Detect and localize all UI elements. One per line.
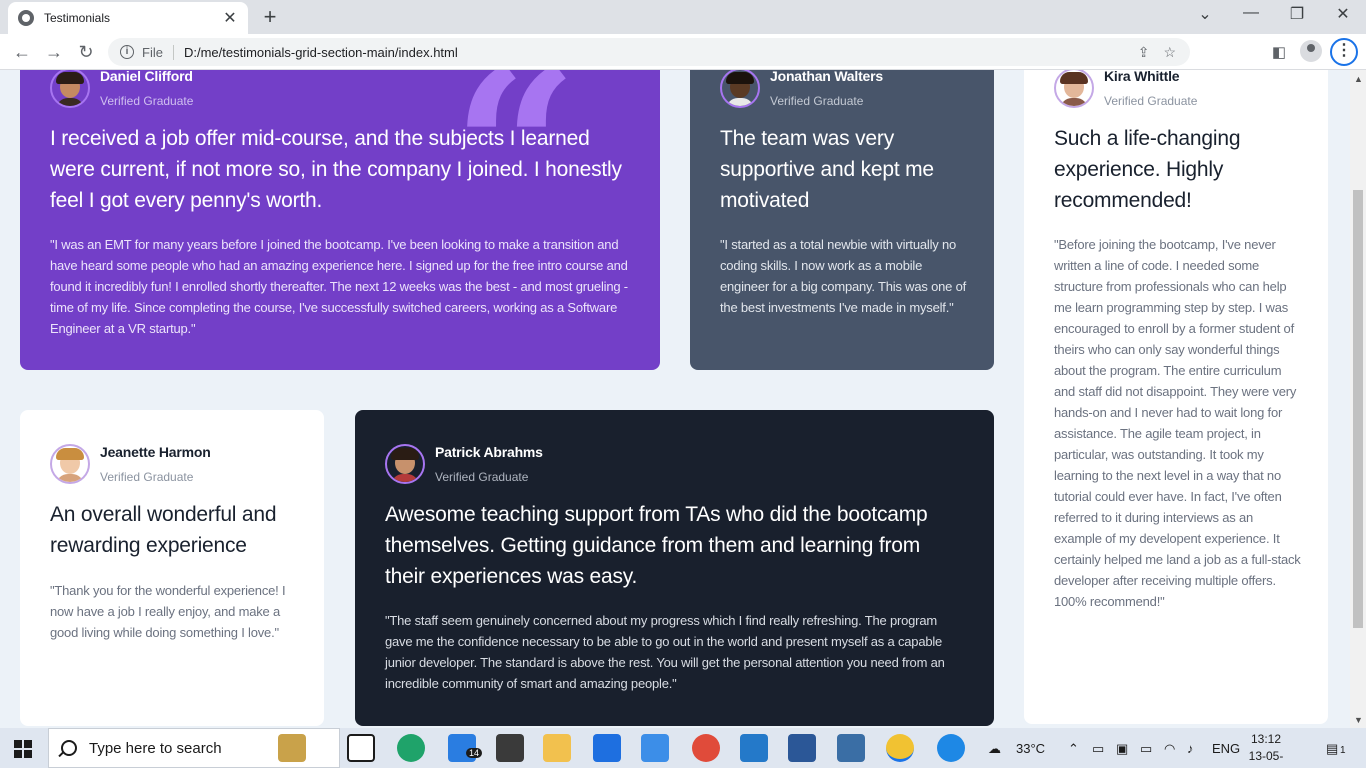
side-panel-icon[interactable]: ◧ (1268, 42, 1290, 64)
testimonial-headline: Such a life-changing experience. Highly … (1054, 127, 1241, 212)
bookmark-star-icon[interactable]: ☆ (1163, 44, 1176, 61)
terminal-app-icon[interactable] (496, 734, 524, 762)
mail-badge: 14 (466, 748, 483, 758)
address-scheme: File (142, 44, 174, 60)
tab-search-icon[interactable]: ⌄ (1193, 4, 1217, 24)
scroll-down-icon[interactable]: ▼ (1354, 715, 1363, 725)
task-view-icon[interactable] (347, 734, 375, 762)
windows-start-icon[interactable] (14, 740, 32, 758)
info-icon[interactable]: i (120, 45, 134, 59)
person-name: Patrick Abrahms (435, 444, 543, 460)
testimonial-headline: An overall wonderful and rewarding exper… (50, 503, 277, 557)
testimonial-card-patrick: Patrick Abrahms Verified Graduate Awesom… (355, 410, 994, 726)
person-role: Verified Graduate (1104, 94, 1198, 108)
person-info: Jeanette Harmon Verified Graduate (50, 444, 211, 484)
testimonial-quote: "I was an EMT for many years before I jo… (50, 237, 628, 336)
tab-title: Testimonials (44, 11, 111, 25)
testimonial-headline: Awesome teaching support from TAs who di… (385, 503, 928, 588)
avatar (1054, 70, 1094, 108)
restore-icon[interactable]: ❐ (1285, 4, 1309, 24)
testimonial-quote: "I started as a total newbie with virtua… (720, 237, 967, 315)
testimonial-headline: The team was very supportive and kept me… (720, 127, 934, 212)
tab-testimonials[interactable]: Testimonials ✕ (8, 2, 248, 34)
person-name: Jonathan Walters (770, 70, 883, 84)
address-url[interactable]: D:/me/testimonials-grid-section-main/ind… (184, 45, 1138, 60)
taskbar-search-placeholder: Type here to search (89, 739, 222, 757)
close-window-icon[interactable]: ✕ (1331, 4, 1355, 24)
store-icon[interactable] (641, 734, 669, 762)
chrome-icon[interactable] (886, 734, 914, 762)
person-role: Verified Graduate (435, 470, 529, 484)
vscode-icon[interactable] (740, 734, 768, 762)
weather-icon[interactable]: ☁ (988, 741, 1001, 757)
testimonial-quote: "Thank you for the wonderful experience!… (50, 583, 286, 640)
tab-strip: Testimonials ✕ + ⌄ — ❐ ✕ (0, 0, 1366, 34)
dropbox-icon[interactable] (593, 734, 621, 762)
edge-browser-icon[interactable] (397, 734, 425, 762)
news-widget-icon[interactable] (278, 734, 306, 762)
new-tab-button[interactable]: + (258, 6, 282, 28)
testimonial-card-daniel: “ Daniel Clifford Verified Graduate I re… (20, 70, 660, 370)
wifi-icon[interactable]: ◠ (1164, 741, 1175, 757)
person-info: Patrick Abrahms Verified Graduate (385, 444, 543, 484)
person-role: Verified Graduate (100, 94, 194, 108)
avatar (385, 444, 425, 484)
tab-close-icon[interactable]: ✕ (222, 8, 238, 28)
avatar (50, 444, 90, 484)
clock-time: 13:12 (1250, 732, 1282, 746)
page-scrollbar[interactable]: ▲ ▼ (1350, 70, 1366, 728)
browser-menu-icon[interactable]: ⋮ (1330, 38, 1358, 66)
person-name: Daniel Clifford (100, 70, 193, 84)
browser-toolbar: ← → ↻ i File D:/me/testimonials-grid-sec… (0, 34, 1366, 70)
testimonial-quote: "The staff seem genuinely concerned abou… (385, 613, 945, 691)
search-icon (61, 740, 77, 756)
onedrive-icon[interactable]: ▣ (1116, 741, 1128, 757)
avatar (50, 70, 90, 108)
testimonial-card-jeanette: Jeanette Harmon Verified Graduate An ove… (20, 410, 324, 726)
back-icon[interactable]: ← (10, 40, 34, 64)
testimonial-headline: I received a job offer mid-course, and t… (50, 127, 622, 212)
person-name: Jeanette Harmon (100, 444, 211, 460)
address-bar[interactable]: i File D:/me/testimonials-grid-section-m… (108, 38, 1190, 66)
notification-count: 1 (1340, 745, 1346, 756)
person-role: Verified Graduate (100, 470, 194, 484)
system-clock[interactable]: 13:12 13-05-2023 (1236, 731, 1296, 768)
help-icon[interactable] (937, 734, 965, 762)
scroll-up-icon[interactable]: ▲ (1354, 74, 1363, 84)
chrome-profile-icon[interactable] (692, 734, 720, 762)
word-icon[interactable] (788, 734, 816, 762)
testimonial-card-jonathan: Jonathan Walters Verified Graduate The t… (690, 70, 994, 370)
notification-icon[interactable]: ▤ (1326, 741, 1338, 757)
person-info: Jonathan Walters Verified Graduate (720, 70, 883, 108)
weather-temp[interactable]: 33°C (1016, 741, 1045, 756)
person-name: Kira Whittle (1104, 70, 1180, 84)
forward-icon[interactable]: → (42, 40, 66, 64)
share-icon[interactable]: ⇪ (1138, 44, 1150, 61)
page-viewport: “ Daniel Clifford Verified Graduate I re… (0, 70, 1350, 728)
person-info: Daniel Clifford Verified Graduate (50, 70, 193, 108)
meet-icon[interactable]: ▭ (1092, 741, 1104, 757)
minimize-icon[interactable]: — (1239, 4, 1263, 22)
profile-avatar-icon[interactable] (1300, 40, 1322, 62)
clock-date: 13-05-2023 (1248, 749, 1284, 768)
person-role: Verified Graduate (770, 94, 864, 108)
scrollbar-thumb[interactable] (1353, 190, 1363, 628)
battery-icon[interactable]: ▭ (1140, 741, 1152, 757)
person-info: Kira Whittle Verified Graduate (1054, 70, 1197, 108)
globe-icon (18, 10, 34, 26)
testimonial-card-kira: Kira Whittle Verified Graduate Such a li… (1024, 70, 1328, 724)
testimonial-quote: "Before joining the bootcamp, I've never… (1054, 237, 1301, 609)
reload-icon[interactable]: ↻ (74, 40, 98, 64)
show-hidden-icons-icon[interactable]: ⌃ (1068, 741, 1079, 757)
file-explorer-icon[interactable] (543, 734, 571, 762)
avatar (720, 70, 760, 108)
photos-icon[interactable] (837, 734, 865, 762)
volume-icon[interactable]: ♪ (1187, 741, 1194, 756)
